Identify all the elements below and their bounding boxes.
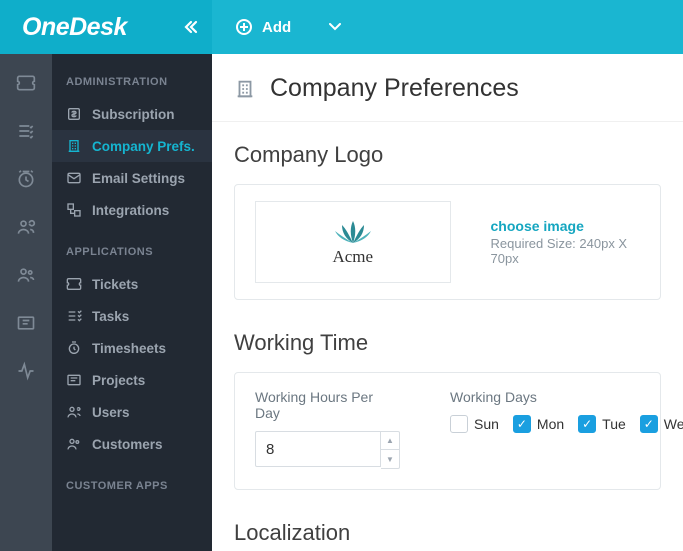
logo-preview: Acme xyxy=(255,201,451,283)
sidebar-item-label: Users xyxy=(92,405,130,420)
required-size-text: Required Size: 240px X 70px xyxy=(491,236,640,266)
chevron-down-icon xyxy=(329,23,341,31)
add-label: Add xyxy=(262,19,291,36)
day-checkbox[interactable]: ✓ xyxy=(513,415,531,433)
page-title: Company Preferences xyxy=(270,74,519,103)
sidebar-item-label: Projects xyxy=(92,373,145,388)
section-heading: Company Logo xyxy=(234,142,661,168)
day-checkbox[interactable]: ✓ xyxy=(578,415,596,433)
sidebar-item-label: Email Settings xyxy=(92,171,185,186)
projects-icon xyxy=(66,372,82,388)
customers-icon xyxy=(66,436,82,452)
days-field: Working Days Sun ✓ Mon ✓ Tue ✓ Wed xyxy=(450,389,683,469)
day-option-mon: ✓ Mon xyxy=(513,415,564,433)
day-label: Sun xyxy=(474,416,499,432)
hours-stepper: ▲ ▼ xyxy=(381,431,400,469)
subscription-icon xyxy=(66,106,82,122)
choose-image-link[interactable]: choose image xyxy=(491,218,640,234)
day-option-sun: Sun xyxy=(450,415,499,433)
integrations-icon xyxy=(66,202,82,218)
sidebar-item-tasks[interactable]: Tasks xyxy=(52,300,212,332)
lotus-icon xyxy=(332,217,374,245)
building-icon xyxy=(234,78,256,100)
tasks-icon xyxy=(66,308,82,324)
sidebar-item-label: Tickets xyxy=(92,277,138,292)
localization-section: Localization xyxy=(212,500,683,551)
sidebar-item-users[interactable]: Users xyxy=(52,396,212,428)
logo-card: Acme choose image Required Size: 240px X… xyxy=(234,184,661,300)
hours-label: Working Hours Per Day xyxy=(255,389,400,421)
section-heading: Working Time xyxy=(234,330,661,356)
sidebar-item-label: Company Prefs. xyxy=(92,139,195,154)
activity-rail-icon[interactable] xyxy=(15,360,37,382)
sample-company-name: Acme xyxy=(332,247,373,267)
sidebar-heading-customer-apps: CUSTOMER APPS xyxy=(52,472,212,502)
building-icon xyxy=(66,138,82,154)
sidebar-item-label: Customers xyxy=(92,437,163,452)
timesheets-rail-icon[interactable] xyxy=(15,168,37,190)
sidebar-heading-admin: ADMINISTRATION xyxy=(52,68,212,98)
section-heading: Localization xyxy=(234,520,661,546)
sidebar-item-projects[interactable]: Projects xyxy=(52,364,212,396)
content: Company Preferences Company Logo Acme ch… xyxy=(212,54,683,551)
sidebar-item-label: Timesheets xyxy=(92,341,166,356)
step-up-button[interactable]: ▲ xyxy=(381,432,399,450)
days-label: Working Days xyxy=(450,389,683,405)
mail-icon xyxy=(66,170,82,186)
sidebar: ADMINISTRATION Subscription Company Pref… xyxy=(52,54,212,551)
tasks-rail-icon[interactable] xyxy=(15,120,37,142)
day-checkbox[interactable]: ✓ xyxy=(640,415,658,433)
icon-rail xyxy=(0,54,52,551)
working-time-card: Working Hours Per Day ▲ ▼ Working Days S… xyxy=(234,372,661,490)
sidebar-item-label: Subscription xyxy=(92,107,175,122)
hours-input[interactable] xyxy=(255,431,381,467)
working-time-section: Working Time Working Hours Per Day ▲ ▼ W… xyxy=(212,310,683,500)
tickets-icon xyxy=(66,276,82,292)
sidebar-item-integrations[interactable]: Integrations xyxy=(52,194,212,226)
tickets-rail-icon[interactable] xyxy=(15,72,37,94)
sidebar-item-timesheets[interactable]: Timesheets xyxy=(52,332,212,364)
day-label: Tue xyxy=(602,416,626,432)
projects-rail-icon[interactable] xyxy=(15,312,37,334)
collapse-sidebar-button[interactable] xyxy=(184,20,198,34)
plus-icon xyxy=(236,19,252,35)
customers-rail-icon[interactable] xyxy=(15,264,37,286)
sidebar-item-label: Tasks xyxy=(92,309,129,324)
day-checkbox[interactable] xyxy=(450,415,468,433)
users-icon xyxy=(66,404,82,420)
users-rail-icon[interactable] xyxy=(15,216,37,238)
step-down-button[interactable]: ▼ xyxy=(381,450,399,468)
add-button[interactable]: Add xyxy=(212,0,683,54)
company-logo-section: Company Logo Acme choose image Required … xyxy=(212,122,683,310)
hours-field: Working Hours Per Day ▲ ▼ xyxy=(255,389,400,469)
sidebar-item-label: Integrations xyxy=(92,203,169,218)
day-label: Mon xyxy=(537,416,564,432)
brand-area: OneDesk xyxy=(0,0,212,54)
day-label: Wed xyxy=(664,416,683,432)
sidebar-heading-applications: APPLICATIONS xyxy=(52,238,212,268)
page-header: Company Preferences xyxy=(212,54,683,122)
clock-icon xyxy=(66,340,82,356)
sidebar-item-company-prefs[interactable]: Company Prefs. xyxy=(52,130,212,162)
day-option-wed: ✓ Wed xyxy=(640,415,683,433)
logo-actions: choose image Required Size: 240px X 70px xyxy=(491,218,640,266)
sidebar-item-tickets[interactable]: Tickets xyxy=(52,268,212,300)
sidebar-item-subscription[interactable]: Subscription xyxy=(52,98,212,130)
brand-logo: OneDesk xyxy=(22,13,127,42)
sidebar-item-customers[interactable]: Customers xyxy=(52,428,212,460)
sidebar-item-email-settings[interactable]: Email Settings xyxy=(52,162,212,194)
day-option-tue: ✓ Tue xyxy=(578,415,626,433)
